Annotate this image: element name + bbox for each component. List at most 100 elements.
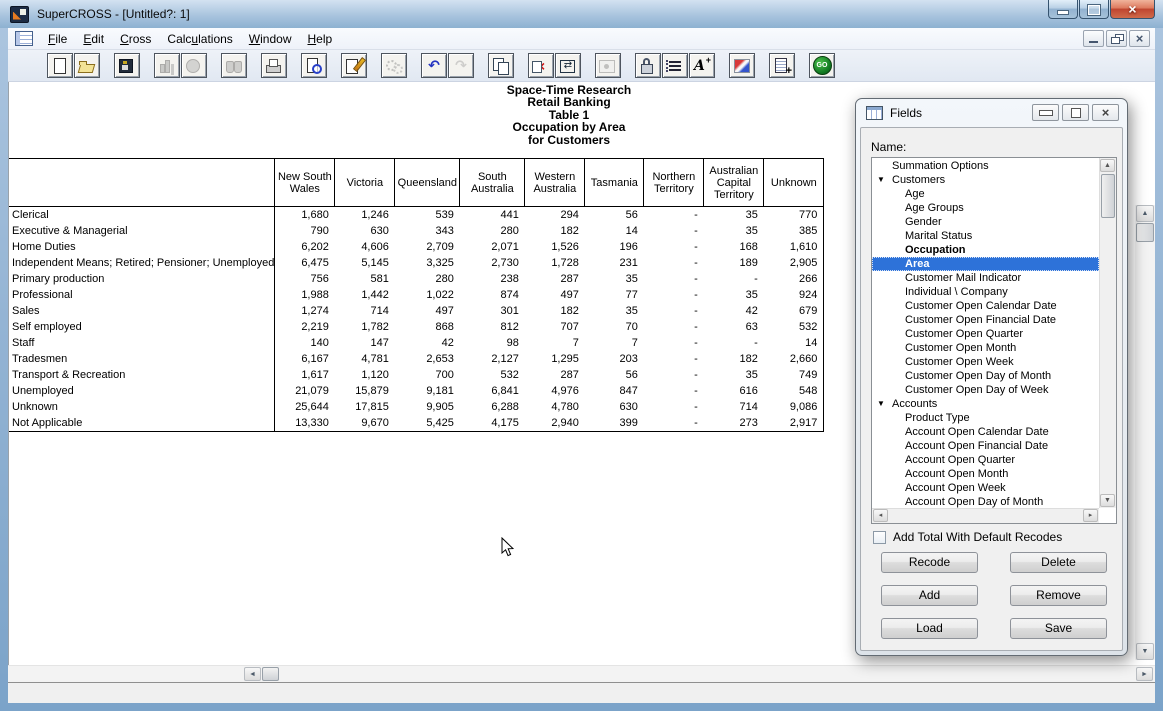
recode-button[interactable]: ⇄ xyxy=(555,53,581,78)
fields-list-hscroll[interactable]: ◂ ▸ xyxy=(872,508,1099,523)
column-header[interactable]: New South Wales xyxy=(275,159,335,207)
field-item-account-open-month[interactable]: Account Open Month xyxy=(872,467,1099,481)
field-item-account-open-week[interactable]: Account Open Week xyxy=(872,481,1099,495)
field-item-account-open-calendar-date[interactable]: Account Open Calendar Date xyxy=(872,425,1099,439)
mdi-restore-button[interactable] xyxy=(1106,30,1127,47)
scroll-up-button[interactable]: ▲ xyxy=(1136,205,1154,222)
redo-button[interactable]: ↷ xyxy=(448,53,474,78)
row-label[interactable]: Unknown xyxy=(9,399,275,415)
zero-suppression-button[interactable] xyxy=(595,53,621,78)
row-label[interactable]: Primary production xyxy=(9,271,275,287)
menu-calculations[interactable]: Calculations xyxy=(159,29,240,49)
row-label[interactable]: Not Applicable xyxy=(9,415,275,432)
expander-icon[interactable]: ▼ xyxy=(877,173,885,187)
column-header[interactable]: Unknown xyxy=(764,159,824,207)
scroll-right-button[interactable]: ► xyxy=(1136,667,1153,681)
lock-button[interactable] xyxy=(635,53,661,78)
column-header[interactable]: Tasmania xyxy=(585,159,644,207)
bar-chart-button[interactable] xyxy=(154,53,180,78)
menu-cross[interactable]: Cross xyxy=(112,29,159,49)
delete-table-button[interactable]: × xyxy=(528,53,554,78)
list-scroll-thumb[interactable] xyxy=(1101,174,1115,218)
print-button[interactable] xyxy=(261,53,287,78)
column-header[interactable]: Victoria xyxy=(335,159,395,207)
close-button[interactable]: × xyxy=(1110,0,1155,19)
vertical-scroll-thumb[interactable] xyxy=(1136,223,1154,242)
undo-button[interactable]: ↶ xyxy=(421,53,447,78)
add-annotation-button[interactable] xyxy=(769,53,795,78)
horizontal-scrollbar[interactable]: ◄ ► xyxy=(8,665,1155,682)
field-item-customers[interactable]: ▼Customers xyxy=(872,173,1099,187)
list-scroll-up-button[interactable]: ▲ xyxy=(1100,159,1115,172)
field-item-account-open-day-of-month[interactable]: Account Open Day of Month xyxy=(872,495,1099,508)
vertical-scrollbar[interactable]: ▲ ▼ xyxy=(1135,205,1155,660)
row-label[interactable]: Executive & Managerial xyxy=(9,223,275,239)
maximize-button[interactable] xyxy=(1079,0,1109,19)
copy-button[interactable] xyxy=(488,53,514,78)
field-item-customer-open-week[interactable]: Customer Open Week xyxy=(872,355,1099,369)
menu-help[interactable]: Help xyxy=(299,29,340,49)
add-button[interactable]: Add xyxy=(881,585,978,606)
pie-chart-button[interactable] xyxy=(181,53,207,78)
field-item-accounts[interactable]: ▼Accounts xyxy=(872,397,1099,411)
scroll-down-button[interactable]: ▼ xyxy=(1136,643,1154,660)
dialog-close-button[interactable] xyxy=(1092,104,1119,121)
find-button[interactable] xyxy=(221,53,247,78)
row-label[interactable]: Transport & Recreation xyxy=(9,367,275,383)
add-total-checkbox[interactable] xyxy=(873,531,886,544)
menu-edit[interactable]: Edit xyxy=(75,29,112,49)
row-label[interactable]: Sales xyxy=(9,303,275,319)
field-item-occupation[interactable]: Occupation xyxy=(872,243,1099,257)
menu-window[interactable]: Window xyxy=(241,29,300,49)
recode-button[interactable]: Recode xyxy=(881,552,978,573)
minimize-button[interactable] xyxy=(1048,0,1078,19)
row-label[interactable]: Staff xyxy=(9,335,275,351)
remove-button[interactable]: Remove xyxy=(1010,585,1107,606)
column-header[interactable]: South Australia xyxy=(460,159,525,207)
field-item-customer-open-calendar-date[interactable]: Customer Open Calendar Date xyxy=(872,299,1099,313)
row-label[interactable]: Unemployed xyxy=(9,383,275,399)
dialog-minimize-button[interactable] xyxy=(1032,104,1059,121)
scroll-left-button[interactable]: ◄ xyxy=(244,667,261,681)
go-button[interactable]: GO xyxy=(809,53,835,78)
field-item-product-type[interactable]: Product Type xyxy=(872,411,1099,425)
column-header[interactable]: Queensland xyxy=(395,159,460,207)
fields-dialog-title-bar[interactable]: Fields xyxy=(856,99,1127,127)
horizontal-scroll-thumb[interactable] xyxy=(262,667,279,681)
expander-icon[interactable]: ▼ xyxy=(877,397,885,411)
row-label[interactable]: Home Duties xyxy=(9,239,275,255)
delete-button[interactable]: Delete xyxy=(1010,552,1107,573)
list-scroll-right-button[interactable]: ▸ xyxy=(1083,509,1098,522)
new-button[interactable] xyxy=(47,53,73,78)
mdi-minimize-button[interactable] xyxy=(1083,30,1104,47)
field-item-individual-company[interactable]: Individual \ Company xyxy=(872,285,1099,299)
mdi-close-button[interactable] xyxy=(1129,30,1150,47)
field-item-age-groups[interactable]: Age Groups xyxy=(872,201,1099,215)
row-label[interactable]: Self employed xyxy=(9,319,275,335)
field-item-customer-open-day-of-week[interactable]: Customer Open Day of Week xyxy=(872,383,1099,397)
fields-list[interactable]: Summation Options▼CustomersAgeAge Groups… xyxy=(871,157,1117,524)
field-item-summation-options[interactable]: Summation Options xyxy=(872,159,1099,173)
field-item-area[interactable]: Area xyxy=(872,257,1099,271)
row-label[interactable]: Clerical xyxy=(9,207,275,224)
derivations-button[interactable] xyxy=(381,53,407,78)
list-scroll-down-button[interactable]: ▼ xyxy=(1100,494,1115,507)
column-header[interactable]: Western Australia xyxy=(525,159,585,207)
fields-list-vscroll[interactable]: ▲ ▼ xyxy=(1099,158,1116,508)
field-item-customer-open-financial-date[interactable]: Customer Open Financial Date xyxy=(872,313,1099,327)
field-options-button[interactable] xyxy=(662,53,688,78)
field-item-marital-status[interactable]: Marital Status xyxy=(872,229,1099,243)
save-button[interactable] xyxy=(114,53,140,78)
field-item-customer-mail-indicator[interactable]: Customer Mail Indicator xyxy=(872,271,1099,285)
field-item-customer-open-month[interactable]: Customer Open Month xyxy=(872,341,1099,355)
open-button[interactable] xyxy=(74,53,100,78)
field-item-gender[interactable]: Gender xyxy=(872,215,1099,229)
menu-file[interactable]: File xyxy=(40,29,75,49)
edit-annotations-button[interactable] xyxy=(341,53,367,78)
row-label[interactable]: Independent Means; Retired; Pensioner; U… xyxy=(9,255,275,271)
field-item-customer-open-quarter[interactable]: Customer Open Quarter xyxy=(872,327,1099,341)
font-size-button[interactable]: A xyxy=(689,53,715,78)
print-preview-button[interactable] xyxy=(301,53,327,78)
colours-button[interactable] xyxy=(729,53,755,78)
row-label[interactable]: Professional xyxy=(9,287,275,303)
